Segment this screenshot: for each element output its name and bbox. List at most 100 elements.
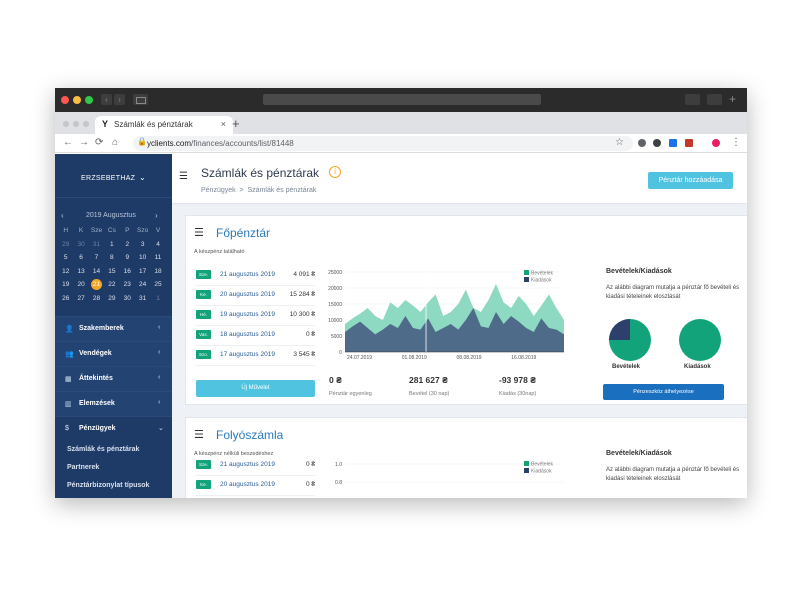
- list-item[interactable]: Vas. 18 augusztus 2019 0 ₴: [196, 326, 315, 346]
- calendar-day[interactable]: 8: [104, 252, 119, 266]
- calendar-day[interactable]: 1: [104, 239, 119, 253]
- inner-maximize-dot[interactable]: [83, 121, 89, 127]
- calendar-day[interactable]: 6: [73, 252, 88, 266]
- maximize-window-button[interactable]: [85, 96, 93, 104]
- calendar-day[interactable]: 11: [150, 252, 165, 266]
- calendar-day[interactable]: 26: [58, 293, 73, 307]
- info-icon[interactable]: i: [329, 166, 341, 178]
- plus-icon[interactable]: +: [729, 92, 736, 106]
- calendar-day[interactable]: 13: [73, 266, 88, 280]
- forward-icon[interactable]: →: [79, 137, 89, 148]
- calendar-day[interactable]: 25: [150, 279, 165, 293]
- extension-icon[interactable]: [685, 139, 693, 147]
- user-switcher[interactable]: ERZSEBETHAZ ⌄: [55, 154, 172, 198]
- calendar-prev-icon[interactable]: ‹: [61, 211, 64, 220]
- row-date-link[interactable]: 18 augusztus 2019: [220, 331, 275, 338]
- list-item[interactable]: Sze. 21 augusztus 2019 0 ₴: [196, 456, 315, 476]
- list-item[interactable]: Sze. 21 augusztus 2019 4 091 ₴: [196, 266, 315, 286]
- new-transaction-button[interactable]: Új Művelet: [196, 380, 315, 397]
- calendar-day[interactable]: 31: [135, 293, 150, 307]
- browser-tab[interactable]: Y Számlák és pénztárak ×: [95, 116, 233, 134]
- calendar-day[interactable]: 18: [150, 266, 165, 280]
- calendar-day[interactable]: 27: [73, 293, 88, 307]
- calendar-day[interactable]: 10: [135, 252, 150, 266]
- sidebar-item-vendégek[interactable]: 👥 Vendégek ‹: [55, 341, 172, 366]
- calendar-day[interactable]: 29: [58, 239, 73, 253]
- calendar-day[interactable]: 16: [120, 266, 135, 280]
- star-icon[interactable]: ☆: [615, 137, 624, 148]
- row-date-link[interactable]: 19 augusztus 2019: [220, 311, 275, 318]
- card-title[interactable]: Folyószámla: [216, 428, 283, 442]
- calendar-day-label: 22: [108, 281, 116, 288]
- calendar-day[interactable]: 2: [120, 239, 135, 253]
- calendar-day-label: 25: [154, 281, 162, 288]
- row-date-link[interactable]: 21 augusztus 2019: [220, 271, 275, 278]
- list-item[interactable]: Ke. 20 augusztus 2019 0 ₴: [196, 476, 315, 496]
- list-item[interactable]: Szo. 17 augusztus 2019 3 545 ₴: [196, 346, 315, 366]
- row-date-link[interactable]: 21 augusztus 2019: [220, 461, 275, 468]
- forward-arrow-icon[interactable]: ›: [114, 94, 125, 105]
- calendar-day[interactable]: 7: [89, 252, 104, 266]
- calendar-day[interactable]: 5: [58, 252, 73, 266]
- back-icon[interactable]: ←: [63, 137, 73, 148]
- sidebar-subitem[interactable]: Pénztárbizonylat típusok: [55, 477, 172, 495]
- list-item[interactable]: Hé. 19 augusztus 2019 10 300 ₴: [196, 306, 315, 326]
- calendar-day[interactable]: 20: [73, 279, 88, 293]
- calendar-day[interactable]: 4: [150, 239, 165, 253]
- calendar-day-today[interactable]: 21: [89, 279, 104, 293]
- card-title[interactable]: Főpénztár: [216, 226, 270, 240]
- sidebar-toggle-icon[interactable]: [133, 94, 148, 105]
- sidebar-subitem[interactable]: Partnerek: [55, 459, 172, 477]
- menu-dots-icon[interactable]: ⋮: [731, 137, 741, 148]
- calendar-day[interactable]: 1: [150, 293, 165, 307]
- card-menu-icon[interactable]: ☰: [194, 226, 204, 239]
- share-icon[interactable]: [685, 94, 700, 105]
- sidebar-item-pénzügyek[interactable]: $ Pénzügyek ⌄: [55, 416, 172, 441]
- calendar-day[interactable]: 22: [104, 279, 119, 293]
- inner-close-dot[interactable]: [63, 121, 69, 127]
- calendar-day[interactable]: 29: [104, 293, 119, 307]
- inner-minimize-dot[interactable]: [73, 121, 79, 127]
- sidebar-item-szakemberek[interactable]: 👤 Szakemberek ‹: [55, 316, 172, 341]
- close-window-button[interactable]: [61, 96, 69, 104]
- extension-icon[interactable]: [638, 139, 646, 147]
- row-date-link[interactable]: 20 augusztus 2019: [220, 291, 275, 298]
- calendar-next-icon[interactable]: ›: [155, 211, 158, 220]
- url-input[interactable]: 🔒 yclients.com/finances/accounts/list/81…: [133, 136, 633, 151]
- calendar-day[interactable]: 30: [73, 239, 88, 253]
- calendar-day[interactable]: 9: [120, 252, 135, 266]
- extension-icon[interactable]: [653, 139, 661, 147]
- profile-avatar[interactable]: [712, 139, 720, 147]
- home-icon[interactable]: ⌂: [112, 137, 118, 148]
- calendar-day[interactable]: 15: [104, 266, 119, 280]
- calendar-day[interactable]: 24: [135, 279, 150, 293]
- menu-icon[interactable]: ☰: [179, 171, 188, 182]
- calendar-day[interactable]: 12: [58, 266, 73, 280]
- list-item[interactable]: Ke. 20 augusztus 2019 15 284 ₴: [196, 286, 315, 306]
- transfer-funds-button[interactable]: Pénzeszköz áthelyezése: [603, 384, 724, 400]
- row-date-link[interactable]: 17 augusztus 2019: [220, 351, 275, 358]
- calendar-day[interactable]: 31: [89, 239, 104, 253]
- os-address-field[interactable]: [263, 94, 541, 105]
- reload-icon[interactable]: ⟳: [95, 137, 103, 148]
- add-cashbox-button[interactable]: Pénztár hozzáadása: [648, 172, 733, 189]
- calendar-day[interactable]: 19: [58, 279, 73, 293]
- breadcrumb-root[interactable]: Pénzügyek: [201, 187, 236, 194]
- calendar-day[interactable]: 28: [89, 293, 104, 307]
- tabs-overview-icon[interactable]: [707, 94, 722, 105]
- row-date-link[interactable]: 20 augusztus 2019: [220, 481, 275, 488]
- calendar-day[interactable]: 17: [135, 266, 150, 280]
- close-tab-icon[interactable]: ×: [221, 119, 226, 129]
- calendar-day[interactable]: 23: [120, 279, 135, 293]
- minimize-window-button[interactable]: [73, 96, 81, 104]
- calendar-day[interactable]: 30: [120, 293, 135, 307]
- sidebar-item-elemzések[interactable]: ▥ Elemzések ‹: [55, 391, 172, 416]
- sidebar-item-áttekintés[interactable]: ▦ Áttekintés ‹: [55, 366, 172, 391]
- back-arrow-icon[interactable]: ‹: [101, 94, 112, 105]
- sidebar-subitem[interactable]: Számlák és pénztárak: [55, 441, 172, 459]
- calendar-day[interactable]: 14: [89, 266, 104, 280]
- extension-icon[interactable]: [669, 139, 677, 147]
- card-menu-icon[interactable]: ☰: [194, 428, 204, 441]
- calendar-day[interactable]: 3: [135, 239, 150, 253]
- new-tab-icon[interactable]: +: [232, 116, 240, 131]
